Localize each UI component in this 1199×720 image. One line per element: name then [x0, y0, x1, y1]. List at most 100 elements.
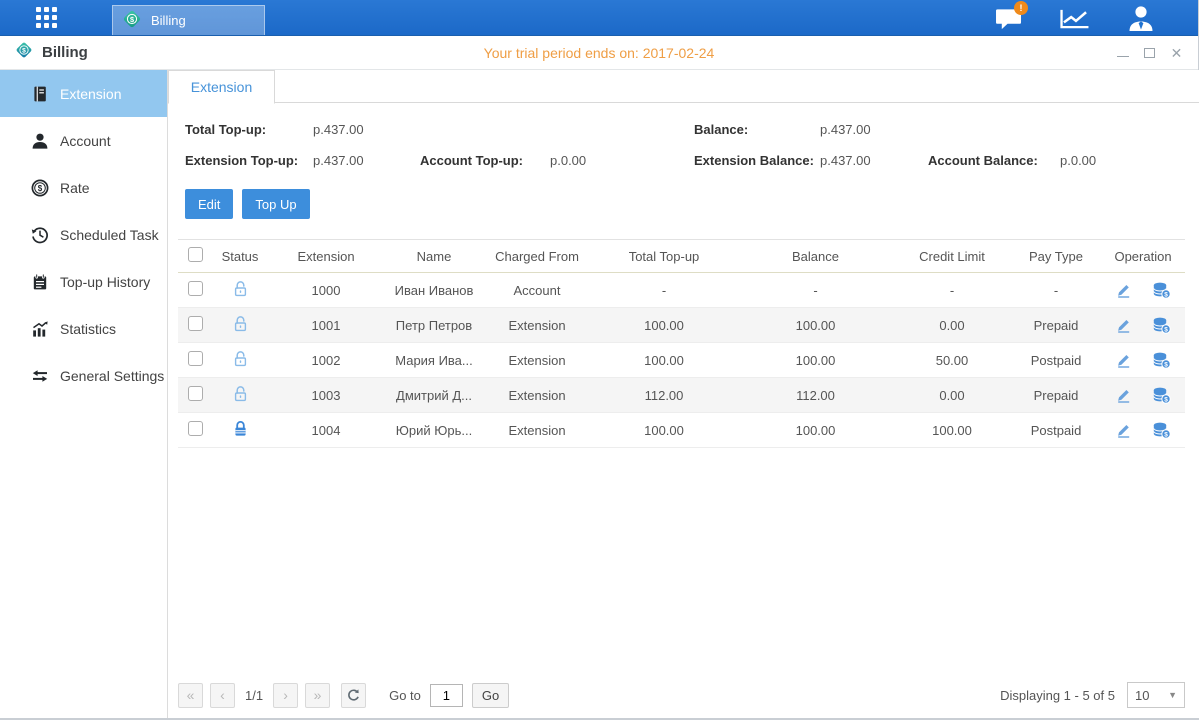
cell-name: Иван Иванов — [384, 273, 484, 308]
refresh-button[interactable] — [341, 683, 366, 708]
top-up-row-icon[interactable]: $ — [1152, 387, 1171, 404]
balance-summary: Total Top-up: p.437.00 Balance: p.437.00… — [168, 115, 1199, 177]
cell-total-topup: 112.00 — [590, 378, 738, 413]
cell-balance: 100.00 — [738, 343, 893, 378]
svg-text:$: $ — [1164, 396, 1168, 403]
cell-balance: 100.00 — [738, 308, 893, 343]
cell-pay-type: Prepaid — [1011, 308, 1101, 343]
account-balance-label: Account Balance: — [928, 153, 1038, 168]
extensions-table: Status Extension Name Charged From Total… — [178, 239, 1185, 448]
person-icon — [31, 132, 49, 150]
top-up-row-icon[interactable]: $ — [1152, 317, 1171, 334]
cell-charged-from: Extension — [484, 413, 590, 448]
lock-open-icon — [232, 385, 249, 403]
page-size-value: 10 — [1135, 688, 1149, 703]
cell-total-topup: 100.00 — [590, 343, 738, 378]
sidebar-item-extension[interactable]: Extension — [0, 70, 167, 117]
cell-name: Юрий Юрь... — [384, 413, 484, 448]
cell-charged-from: Extension — [484, 308, 590, 343]
goto-page-input[interactable] — [430, 684, 463, 707]
statistics-icon — [31, 320, 49, 338]
cell-extension: 1000 — [268, 273, 384, 308]
chevron-down-icon: ▼ — [1168, 690, 1177, 700]
billing-window: $ Billing ! — [0, 0, 1199, 720]
sidebar-item-scheduled-task[interactable]: Scheduled Task — [0, 211, 167, 258]
cell-credit-limit: 0.00 — [893, 308, 1011, 343]
exchange-arrows-icon — [31, 367, 49, 385]
account-topup-label: Account Top-up: — [420, 153, 523, 168]
cell-credit-limit: 0.00 — [893, 378, 1011, 413]
tab-extension[interactable]: Extension — [168, 70, 275, 104]
row-checkbox[interactable] — [188, 351, 203, 366]
select-all-checkbox[interactable] — [188, 247, 203, 262]
sidebar-item-topup-history[interactable]: Top-up History — [0, 258, 167, 305]
maximize-button[interactable] — [1142, 45, 1157, 60]
row-checkbox[interactable] — [188, 281, 203, 296]
svg-text:$: $ — [130, 15, 134, 24]
edit-button[interactable]: Edit — [185, 189, 233, 219]
col-total-topup: Total Top-up — [590, 240, 738, 273]
line-chart-icon — [1058, 6, 1092, 31]
row-checkbox[interactable] — [188, 316, 203, 331]
cell-charged-from: Extension — [484, 378, 590, 413]
tab-strip: Extension — [168, 70, 1199, 103]
svg-text:$: $ — [1164, 326, 1168, 333]
edit-row-icon[interactable] — [1115, 317, 1132, 334]
table-row: 1004 Юрий Юрь... Extension 100.00 100.00… — [178, 413, 1185, 448]
go-button[interactable]: Go — [472, 683, 509, 708]
edit-row-icon[interactable] — [1115, 352, 1132, 369]
billing-app-icon: $ — [121, 8, 143, 33]
sidebar-item-label: Statistics — [60, 321, 116, 337]
cell-extension: 1003 — [268, 378, 384, 413]
next-page-button[interactable]: › — [273, 683, 298, 708]
billing-logo-icon: $ — [14, 40, 34, 65]
table-row: 1000 Иван Иванов Account - - - - $ — [178, 273, 1185, 308]
user-account-button[interactable] — [1124, 4, 1158, 32]
extension-topup-label: Extension Top-up: — [185, 153, 298, 168]
sidebar-item-label: Rate — [60, 180, 90, 196]
sidebar-item-general-settings[interactable]: General Settings — [0, 352, 167, 399]
last-page-button[interactable]: » — [305, 683, 330, 708]
cell-credit-limit: 100.00 — [893, 413, 1011, 448]
topbar: $ Billing ! — [0, 0, 1198, 36]
col-pay-type: Pay Type — [1011, 240, 1101, 273]
edit-row-icon[interactable] — [1115, 282, 1132, 299]
top-up-row-icon[interactable]: $ — [1152, 352, 1171, 369]
close-button[interactable]: ✕ — [1169, 45, 1184, 60]
balance-label: Balance: — [694, 122, 748, 137]
top-up-button[interactable]: Top Up — [242, 189, 309, 219]
row-checkbox[interactable] — [188, 421, 203, 436]
edit-row-icon[interactable] — [1115, 387, 1132, 404]
first-page-button[interactable]: « — [178, 683, 203, 708]
page-size-select[interactable]: 10 ▼ — [1127, 682, 1185, 708]
cell-total-topup: 100.00 — [590, 308, 738, 343]
svg-text:$: $ — [1164, 431, 1168, 438]
extension-balance-value: p.437.00 — [820, 153, 871, 168]
edit-row-icon[interactable] — [1115, 422, 1132, 439]
reports-chart-button[interactable] — [1058, 4, 1092, 32]
topbar-tab-billing[interactable]: $ Billing — [112, 5, 265, 35]
sidebar-item-label: General Settings — [60, 368, 164, 384]
table-header-row: Status Extension Name Charged From Total… — [178, 240, 1185, 273]
apps-grid-icon[interactable] — [36, 7, 58, 29]
sidebar-item-rate[interactable]: $ Rate — [0, 164, 167, 211]
col-balance: Balance — [738, 240, 893, 273]
account-topup-value: p.0.00 — [550, 153, 586, 168]
notifications-button[interactable]: ! — [992, 4, 1026, 32]
cell-pay-type: Postpaid — [1011, 413, 1101, 448]
trial-notice: Your trial period ends on: 2017-02-24 — [484, 45, 715, 61]
cell-total-topup: - — [590, 273, 738, 308]
col-extension: Extension — [268, 240, 384, 273]
balance-value: p.437.00 — [820, 122, 871, 137]
cell-credit-limit: - — [893, 273, 1011, 308]
dollar-coin-icon: $ — [31, 179, 49, 197]
table-row: 1001 Петр Петров Extension 100.00 100.00… — [178, 308, 1185, 343]
refresh-icon — [346, 688, 361, 703]
top-up-row-icon[interactable]: $ — [1152, 422, 1171, 439]
minimize-button[interactable] — [1115, 45, 1130, 60]
prev-page-button[interactable]: ‹ — [210, 683, 235, 708]
sidebar-item-account[interactable]: Account — [0, 117, 167, 164]
sidebar-item-statistics[interactable]: Statistics — [0, 305, 167, 352]
row-checkbox[interactable] — [188, 386, 203, 401]
top-up-row-icon[interactable]: $ — [1152, 282, 1171, 299]
